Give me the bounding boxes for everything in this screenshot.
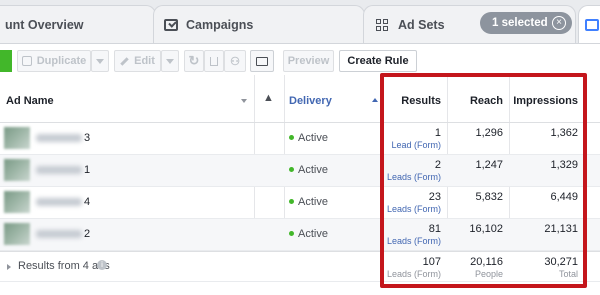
- share-preview-button[interactable]: [250, 50, 274, 72]
- delivery-status: Active: [298, 228, 328, 240]
- totals-label: Results from 4 ads: [18, 260, 110, 272]
- total-impressions: 30,271: [544, 256, 578, 268]
- ad-thumbnail: [4, 127, 30, 149]
- share-icon: [256, 56, 268, 66]
- active-dot-icon: [289, 167, 294, 172]
- ad-name-suffix: 1: [84, 164, 91, 176]
- tab-ad-sets-label: Ad Sets: [398, 17, 445, 32]
- campaign-check-icon: [164, 18, 178, 31]
- selected-count: 1 selected: [492, 17, 548, 29]
- delivery-status: Active: [298, 164, 328, 176]
- delivery-status: Active: [298, 196, 328, 208]
- results-value: 81: [428, 223, 441, 235]
- impressions-value: 1,362: [550, 127, 578, 139]
- total-impressions-sub: Total: [558, 269, 578, 279]
- pencil-icon: [120, 56, 129, 66]
- tab-ads[interactable]: [578, 5, 600, 43]
- reach-value: 1,296: [475, 127, 503, 139]
- info-icon[interactable]: i: [97, 260, 107, 270]
- totals-row: Results from 4 ads i 107 Leads (Form) 20…: [0, 251, 600, 282]
- toolbar: Duplicate Edit ↻ ⚇ Preview Create Rule: [0, 43, 600, 75]
- reach-value: 5,832: [475, 191, 503, 203]
- reach-value: 1,247: [475, 159, 503, 171]
- refresh-button[interactable]: ↻: [184, 50, 204, 72]
- tab-account-overview[interactable]: unt Overview: [0, 5, 156, 43]
- duplicate-icon: [21, 56, 32, 66]
- col-impressions[interactable]: Impressions: [513, 95, 578, 107]
- edit-dropdown-button[interactable]: [161, 50, 179, 72]
- total-reach-sub: People: [474, 269, 503, 279]
- ad-name-suffix: 2: [84, 228, 91, 240]
- total-reach: 20,116: [470, 256, 503, 268]
- impressions-value: 6,449: [550, 191, 578, 203]
- ad-name-blurred: [36, 166, 82, 174]
- edit-label: Edit: [134, 55, 155, 67]
- duplicate-label: Duplicate: [36, 55, 87, 67]
- results-value: 23: [428, 191, 441, 203]
- total-results: 107: [422, 256, 441, 268]
- result-type[interactable]: Leads (Form): [387, 172, 441, 182]
- create-rule-button[interactable]: Create Rule: [339, 50, 417, 72]
- table-row[interactable]: 3 Active 1 Lead (Form) 1,296 1,362: [0, 123, 600, 155]
- col-ad-name[interactable]: Ad Name: [6, 95, 54, 107]
- col-reach[interactable]: Reach: [470, 95, 503, 107]
- ad-name-suffix: 4: [84, 196, 91, 208]
- create-rule-label: Create Rule: [347, 55, 409, 67]
- table-row[interactable]: 4 Active 23 Leads (Form) 5,832 6,449: [0, 187, 600, 219]
- ad-thumbnail: [4, 223, 30, 245]
- active-dot-icon: [289, 231, 294, 236]
- ad-thumbnail: [4, 159, 30, 181]
- ads-icon: [585, 18, 599, 31]
- tab-bar: unt Overview Campaigns Ad Sets 1 selecte…: [0, 0, 600, 44]
- ad-name-blurred: [36, 198, 82, 206]
- edit-button[interactable]: Edit: [114, 50, 161, 72]
- active-dot-icon: [289, 199, 294, 204]
- ads-table: Ad Name ▲ Delivery Results Reach Impress…: [0, 75, 600, 295]
- col-results[interactable]: Results: [401, 95, 441, 107]
- clear-selection-icon[interactable]: ×: [552, 16, 566, 30]
- active-dot-icon: [289, 135, 294, 140]
- ad-name-suffix: 3: [84, 132, 91, 144]
- impressions-value: 1,329: [550, 159, 578, 171]
- duplicate-button[interactable]: Duplicate: [17, 50, 91, 72]
- chevron-down-icon: [166, 58, 174, 64]
- ad-sets-grid-icon: [376, 18, 390, 31]
- sort-ad-name-icon[interactable]: [241, 99, 247, 103]
- duplicate-dropdown-button[interactable]: [91, 50, 109, 72]
- audience-button[interactable]: ⚇: [224, 50, 246, 72]
- preview-label: Preview: [287, 55, 330, 67]
- warning-icon: ▲: [263, 92, 274, 104]
- selected-filter-pill[interactable]: 1 selected ×: [480, 12, 572, 34]
- tab-account-overview-label: unt Overview: [5, 17, 84, 32]
- col-delivery[interactable]: Delivery: [289, 95, 332, 107]
- result-type[interactable]: Leads (Form): [387, 204, 441, 214]
- table-row[interactable]: 2 Active 81 Leads (Form) 16,102 21,131: [0, 219, 600, 251]
- ad-name-blurred: [36, 134, 82, 142]
- trash-icon: [210, 56, 218, 66]
- result-type[interactable]: Lead (Form): [391, 140, 441, 150]
- results-value: 2: [434, 159, 441, 171]
- preview-button[interactable]: Preview: [283, 50, 334, 72]
- tab-campaigns-label: Campaigns: [186, 17, 254, 32]
- table-row[interactable]: 1 Active 2 Leads (Form) 1,247 1,329: [0, 155, 600, 187]
- refresh-icon: ↻: [188, 53, 200, 68]
- results-value: 1: [434, 127, 441, 139]
- total-results-type: Leads (Form): [386, 269, 441, 279]
- ad-thumbnail: [4, 191, 30, 213]
- delivery-status: Active: [298, 132, 328, 144]
- impressions-value: 21,131: [544, 223, 578, 235]
- tab-campaigns[interactable]: Campaigns: [153, 5, 365, 43]
- ad-name-blurred: [36, 230, 82, 238]
- table-header: Ad Name ▲ Delivery Results Reach Impress…: [0, 75, 600, 123]
- reach-value: 16,102: [469, 223, 503, 235]
- sort-delivery-icon[interactable]: [372, 98, 378, 102]
- create-button[interactable]: [0, 50, 12, 72]
- delete-button[interactable]: [204, 50, 224, 72]
- expand-totals-icon[interactable]: [7, 264, 11, 270]
- chevron-down-icon: [96, 58, 104, 64]
- people-icon: ⚇: [230, 55, 240, 68]
- result-type[interactable]: Leads (Form): [387, 236, 441, 246]
